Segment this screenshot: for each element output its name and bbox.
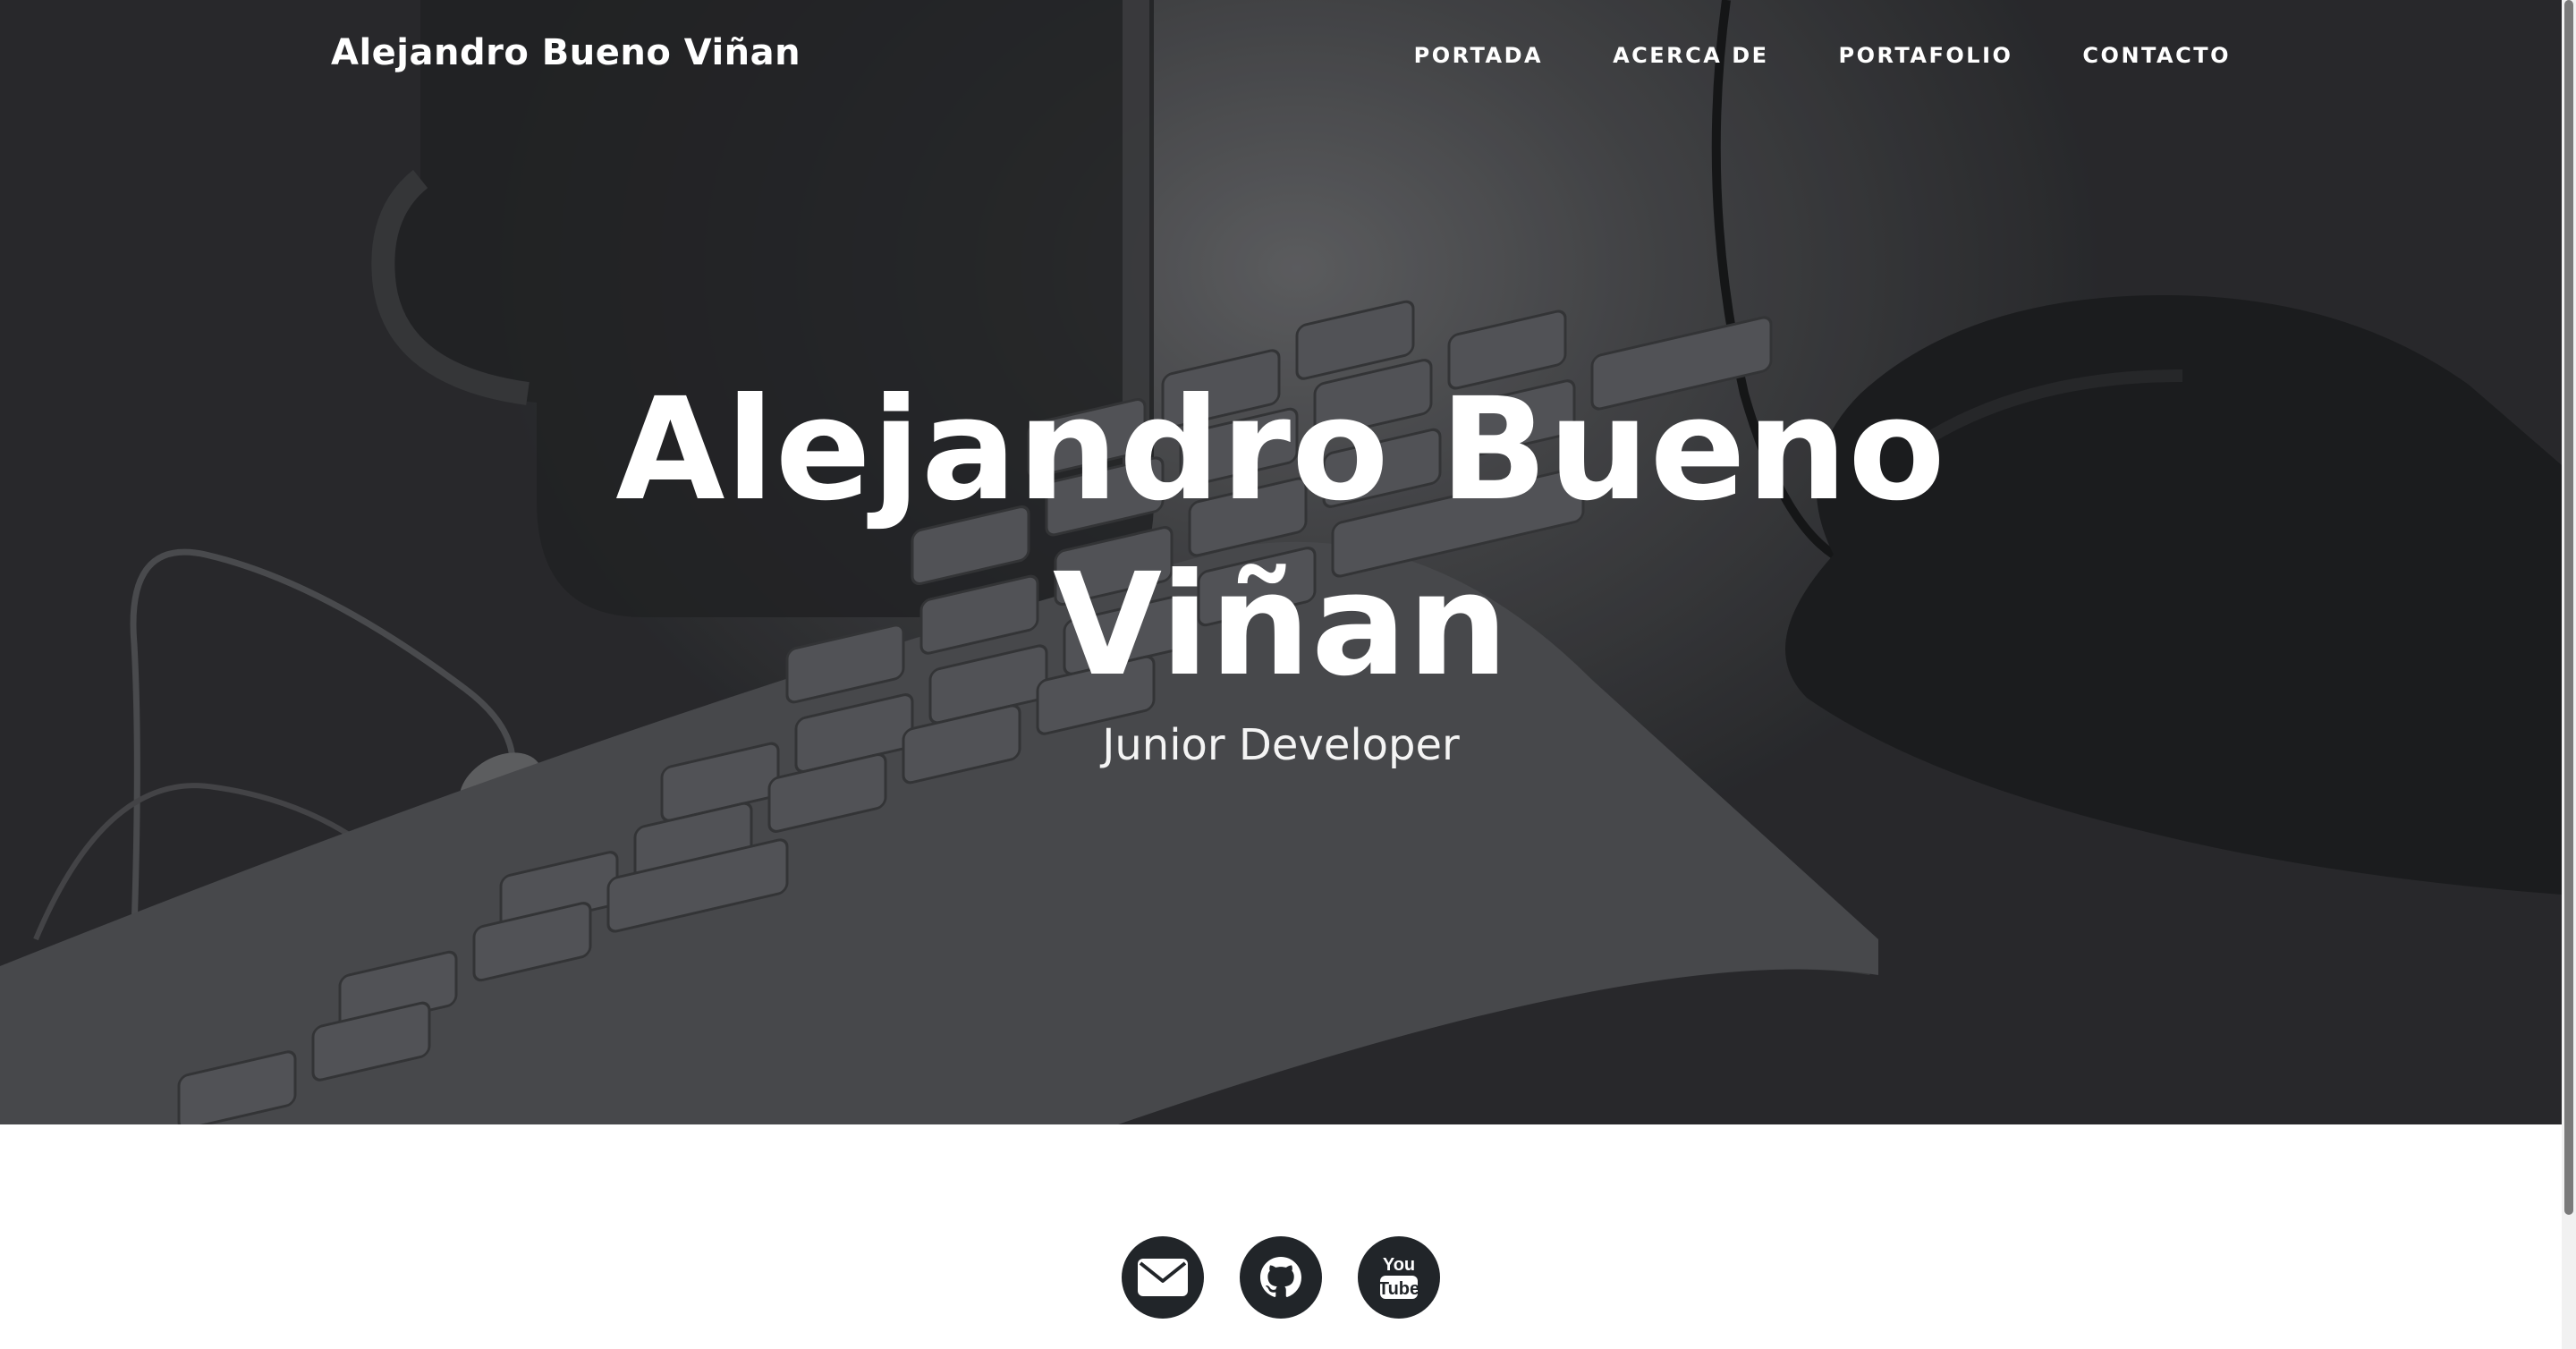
youtube-icon: You Tube: [1378, 1255, 1419, 1299]
nav-link-acerca-de[interactable]: ACERCA DE: [1613, 43, 1768, 68]
hero-section: Alejandro Bueno Viñan PORTADA ACERCA DE …: [0, 0, 2562, 1124]
github-button[interactable]: [1240, 1236, 1322, 1319]
youtube-button[interactable]: You Tube: [1358, 1236, 1440, 1319]
nav-link-contacto[interactable]: CONTACTO: [2082, 43, 2231, 68]
nav-link-portada[interactable]: PORTADA: [1414, 43, 1543, 68]
scrollbar-thumb[interactable]: [2564, 0, 2573, 1215]
nav-link-portafolio[interactable]: PORTAFOLIO: [1839, 43, 2013, 68]
social-links: You Tube: [0, 1236, 2562, 1319]
hero-subtitle: Junior Developer: [1102, 720, 1460, 770]
github-icon: [1260, 1257, 1301, 1297]
envelope-icon: [1138, 1259, 1188, 1296]
nav-links: PORTADA ACERCA DE PORTAFOLIO CONTACTO: [1414, 43, 2231, 68]
youtube-text-bottom: Tube: [1378, 1279, 1419, 1299]
navbar: Alejandro Bueno Viñan PORTADA ACERCA DE …: [0, 0, 2562, 116]
youtube-text-top: You: [1383, 1255, 1415, 1275]
brand-link[interactable]: Alejandro Bueno Viñan: [331, 32, 801, 73]
email-button[interactable]: [1122, 1236, 1204, 1319]
hero-title: Alejandro Bueno Viñan: [615, 368, 1946, 708]
page: Alejandro Bueno Viñan PORTADA ACERCA DE …: [0, 0, 2576, 1349]
hero-text: Alejandro Bueno Viñan Junior Developer: [0, 362, 2562, 770]
page-scrollbar[interactable]: [2562, 0, 2576, 1349]
